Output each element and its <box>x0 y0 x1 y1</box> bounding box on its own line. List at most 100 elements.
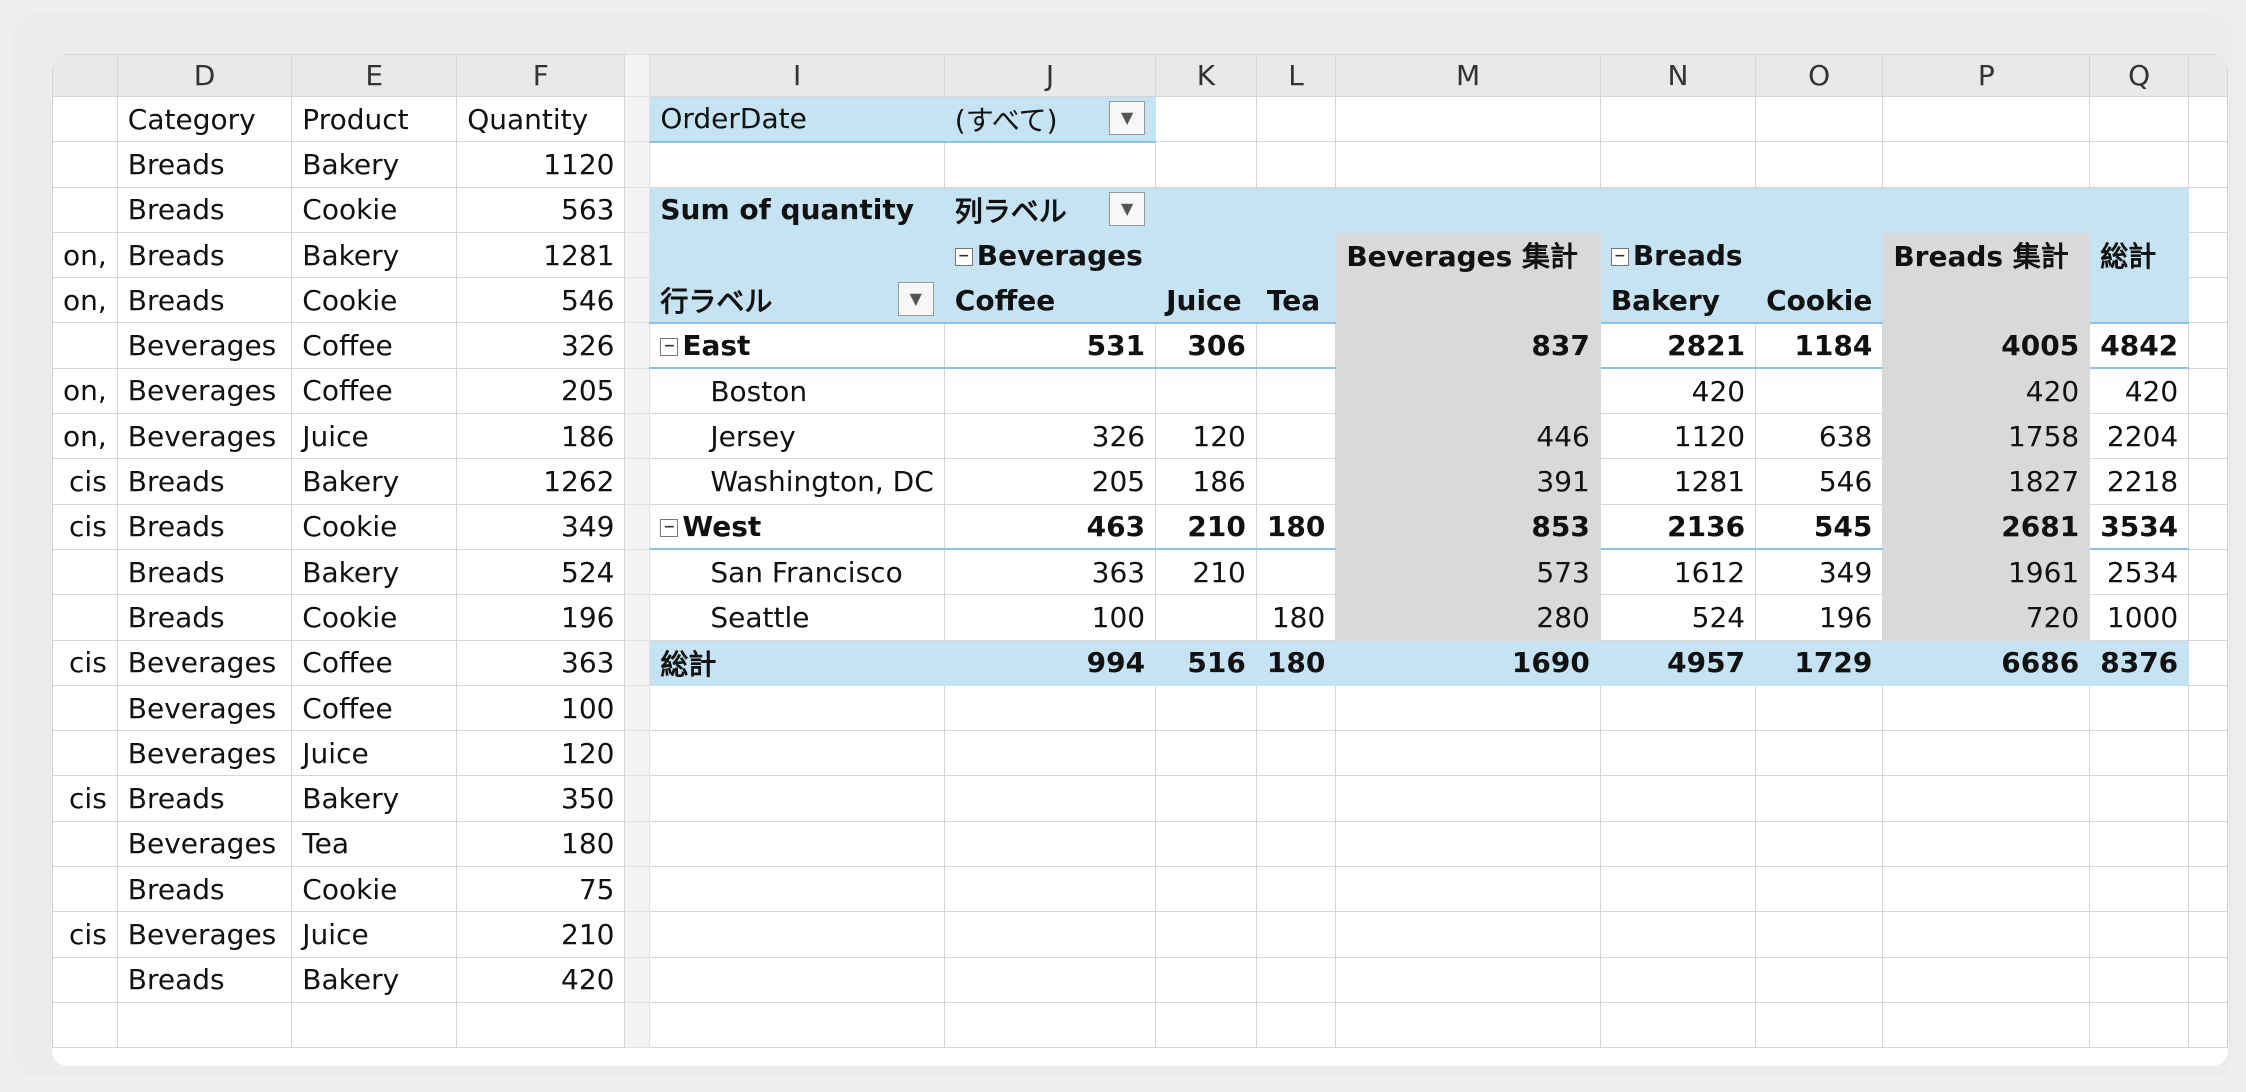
cell-category[interactable]: Breads <box>116 548 293 596</box>
cell-blank[interactable] <box>2188 413 2228 460</box>
cell[interactable] <box>1599 820 1757 868</box>
cell-blank[interactable] <box>2188 866 2228 913</box>
cell[interactable] <box>649 956 945 1003</box>
hidden-column-cell[interactable] <box>624 277 651 324</box>
cell-blank[interactable] <box>2188 503 2228 550</box>
pivot-bakery-cell[interactable]: 2821 <box>1599 322 1757 370</box>
cell[interactable] <box>1599 775 1757 822</box>
cell[interactable] <box>1155 956 1257 1003</box>
cell[interactable] <box>1335 775 1601 822</box>
pivot-coffee-cell[interactable]: 363 <box>943 548 1157 596</box>
cell[interactable] <box>943 141 1157 188</box>
cell[interactable] <box>1882 820 2091 868</box>
cell[interactable] <box>1255 730 1337 777</box>
hidden-column-cell[interactable] <box>624 730 651 777</box>
cell-blank[interactable] <box>2188 639 2228 686</box>
clipped-cell[interactable] <box>52 141 118 188</box>
pivot-label-cell[interactable]: − West <box>649 503 945 551</box>
grand-total-juice-cell[interactable]: 516 <box>1155 639 1257 686</box>
cell[interactable] <box>943 911 1157 958</box>
cell-quantity[interactable]: 75 <box>456 866 626 913</box>
cell-quantity[interactable]: 120 <box>456 730 626 777</box>
cell[interactable] <box>1335 956 1601 1003</box>
cell-category[interactable] <box>116 1001 293 1049</box>
pivot-bakery-cell[interactable]: 1281 <box>1599 458 1757 505</box>
pivot-bakery-cell[interactable]: 420 <box>1599 367 1757 415</box>
cell[interactable] <box>943 684 1157 732</box>
cell-quantity[interactable]: 546 <box>456 277 626 324</box>
cell[interactable] <box>2089 820 2190 868</box>
column-header-f[interactable]: F <box>456 54 626 97</box>
cell[interactable] <box>649 231 945 279</box>
cell-category[interactable]: Breads <box>116 458 293 505</box>
column-header-n[interactable]: N <box>1599 54 1757 97</box>
cell-blank[interactable] <box>2188 594 2228 641</box>
pivot-coffee-cell[interactable]: 531 <box>943 322 1157 370</box>
pivot-cookie-cell[interactable] <box>1755 367 1884 415</box>
grand-total-cookie-cell[interactable]: 1729 <box>1755 639 1884 686</box>
cell[interactable] <box>2089 730 2190 777</box>
pivot-bev-cell[interactable]: 853 <box>1335 503 1601 551</box>
cell[interactable] <box>1155 820 1257 868</box>
pivot-tea-cell[interactable] <box>1255 367 1337 415</box>
header-cookie[interactable]: Cookie <box>1755 277 1884 324</box>
column-header-o[interactable]: O <box>1755 54 1884 97</box>
cell[interactable] <box>1755 684 1884 732</box>
cell[interactable] <box>1882 95 2091 143</box>
cell-blank[interactable] <box>2188 231 2228 279</box>
cell[interactable] <box>1599 911 1757 958</box>
pivot-brd-cell[interactable]: 1827 <box>1882 458 2091 505</box>
clipped-cell[interactable]: cis <box>52 775 118 822</box>
pivot-brd-cell[interactable]: 720 <box>1882 594 2091 641</box>
cell[interactable] <box>1155 684 1257 732</box>
pivot-bakery-cell[interactable]: 524 <box>1599 594 1757 641</box>
cell-quantity[interactable]: 363 <box>456 639 626 686</box>
cell[interactable] <box>1755 911 1884 958</box>
cell[interactable] <box>1755 730 1884 777</box>
cell[interactable] <box>1255 911 1337 958</box>
cell[interactable] <box>1882 186 2091 233</box>
header-tea[interactable]: Tea <box>1255 277 1337 324</box>
cell[interactable] <box>649 730 945 777</box>
cell[interactable] <box>649 775 945 822</box>
pivot-juice-cell[interactable]: 306 <box>1155 322 1257 370</box>
cell[interactable] <box>1335 820 1601 868</box>
row-labels-dropdown-icon[interactable]: ▼ <box>897 282 934 317</box>
cell-category[interactable]: Beverages <box>116 322 293 369</box>
cell-product[interactable]: Juice <box>291 911 458 958</box>
cell-quantity[interactable]: 524 <box>456 548 626 596</box>
grand-total-label-cell[interactable]: 総計 <box>649 639 945 686</box>
pivot-bakery-cell[interactable]: 1612 <box>1599 548 1757 596</box>
cell-blank[interactable] <box>2188 141 2228 188</box>
grand-total-bakery-cell[interactable]: 4957 <box>1599 639 1757 686</box>
pivot-coffee-cell[interactable]: 463 <box>943 503 1157 551</box>
hidden-column-cell[interactable] <box>624 548 651 596</box>
cell-product[interactable]: Coffee <box>291 322 458 369</box>
clipped-cell[interactable] <box>52 1001 118 1049</box>
cell-quantity[interactable] <box>456 1001 626 1049</box>
pivot-total-cell[interactable]: 420 <box>2089 367 2190 415</box>
pivot-juice-cell[interactable]: 186 <box>1155 458 1257 505</box>
cell-blank[interactable] <box>2188 458 2228 505</box>
pivot-coffee-cell[interactable]: 205 <box>943 458 1157 505</box>
pivot-total-cell[interactable]: 2534 <box>2089 548 2190 596</box>
cell[interactable] <box>1155 911 1257 958</box>
collapse-icon[interactable]: − <box>660 519 679 538</box>
column-header-e[interactable]: E <box>291 54 458 97</box>
pivot-tea-cell[interactable]: 180 <box>1255 594 1337 641</box>
row-labels-header[interactable]: ▼ 行ラベル <box>649 277 945 324</box>
cell-category[interactable]: Breads <box>116 594 293 641</box>
cell-quantity[interactable]: 205 <box>456 367 626 415</box>
hidden-column-cell[interactable] <box>624 594 651 641</box>
clipped-cell[interactable] <box>52 95 118 143</box>
cell[interactable] <box>1335 141 1601 188</box>
column-header-i[interactable]: I <box>649 54 945 97</box>
cell-quantity[interactable]: 1281 <box>456 231 626 279</box>
cell[interactable] <box>1755 231 1884 279</box>
pivot-label-cell[interactable]: Jersey <box>649 413 945 460</box>
cell-product[interactable]: Coffee <box>291 684 458 732</box>
pivot-cookie-cell[interactable]: 546 <box>1755 458 1884 505</box>
cell[interactable] <box>2089 277 2190 324</box>
group-breads-header[interactable]: − Breads <box>1599 231 1757 279</box>
cell[interactable] <box>943 775 1157 822</box>
